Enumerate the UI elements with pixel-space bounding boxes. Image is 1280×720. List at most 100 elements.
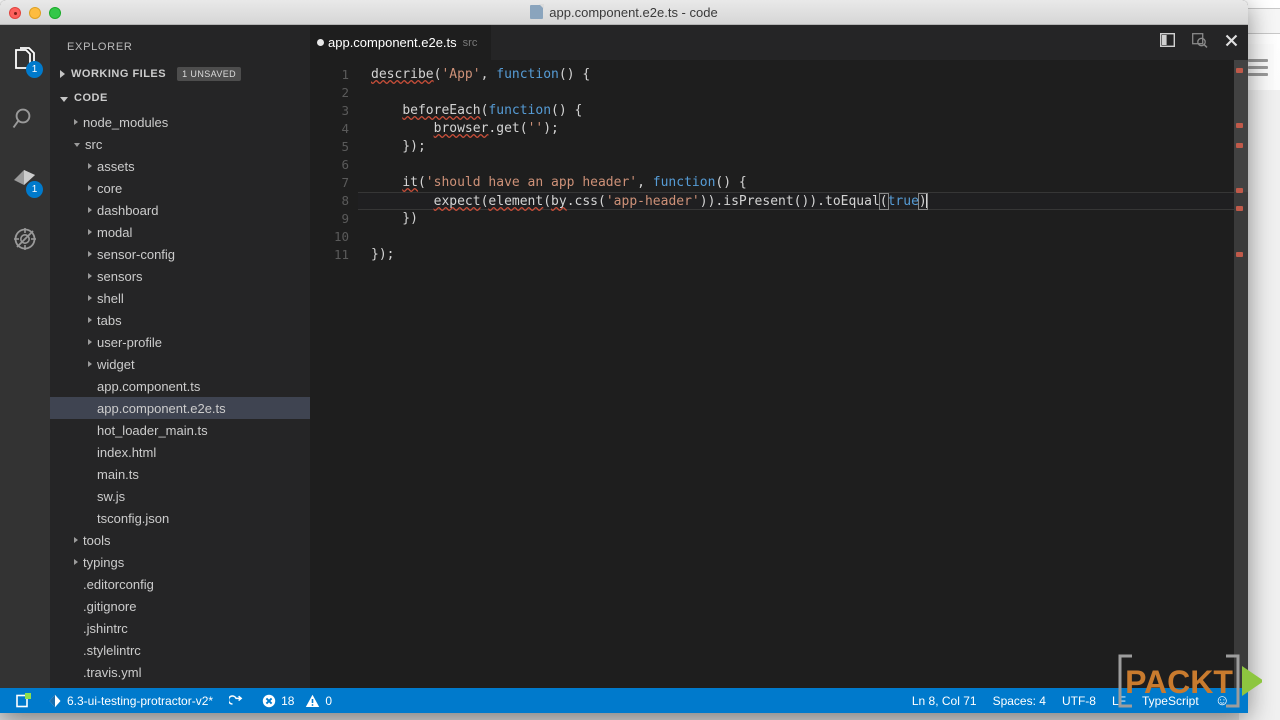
error-marker (1236, 123, 1243, 128)
chevron-right-icon (88, 163, 92, 169)
file-icon (530, 4, 545, 19)
tree-file[interactable]: .travis.yml (50, 661, 310, 683)
status-eol[interactable]: LF (1104, 688, 1134, 713)
tree-item-label: hot_loader_main.ts (97, 422, 208, 438)
tree-item-label: main.ts (97, 466, 139, 482)
tree-file[interactable]: .stylelintrc (50, 639, 310, 661)
error-marker (1236, 252, 1243, 257)
split-editor-icon[interactable] (1159, 32, 1176, 52)
chevron-right-icon (88, 295, 92, 301)
minimize-button[interactable] (29, 6, 41, 19)
chevron-down-icon (60, 96, 68, 102)
window-controls[interactable] (9, 0, 61, 25)
activity-item-source-control[interactable]: 1 (0, 157, 50, 201)
tree-folder[interactable]: user-profile (50, 331, 310, 353)
line-number: 5 (341, 139, 349, 154)
status-language-mode[interactable]: TypeScript (1134, 688, 1207, 713)
section-code-label: CODE (74, 92, 108, 104)
compare-changes-icon[interactable] (1192, 32, 1208, 53)
tree-folder[interactable]: widget (50, 353, 310, 375)
window-title: app.component.e2e.ts - code (530, 4, 718, 20)
dirty-indicator (317, 39, 324, 46)
status-branch[interactable]: 6.3-ui-testing-protractor-v2* (40, 688, 221, 713)
tree-folder[interactable]: tabs (50, 309, 310, 331)
status-bar: 6.3-ui-testing-protractor-v2* 18 0 Ln 8,… (0, 688, 1248, 713)
status-problems[interactable]: 18 0 (254, 688, 340, 713)
screen: ing app.component.e2e.ts - code (0, 0, 1280, 720)
tree-item-label: modal (97, 224, 133, 240)
status-sync[interactable] (221, 688, 254, 713)
tree-file[interactable]: app.component.ts (50, 375, 310, 397)
chevron-right-icon (88, 207, 92, 213)
close-button[interactable] (9, 6, 21, 19)
code-content[interactable]: describe('App', function() { beforeEach(… (358, 60, 1248, 713)
code-line-5: }); (371, 139, 426, 154)
tree-file[interactable]: hot_loader_main.ts (50, 419, 310, 441)
tree-file[interactable]: index.html (50, 441, 310, 463)
status-bar-right: Ln 8, Col 71 Spaces: 4 UTF-8 LF TypeScri… (904, 688, 1248, 713)
activity-item-search[interactable] (0, 97, 50, 141)
maximize-button[interactable] (49, 6, 61, 19)
tree-file[interactable]: .jshintrc (50, 617, 310, 639)
status-feedback-smiley[interactable]: ☺ (1207, 688, 1238, 713)
tree-item-label: typings (83, 554, 125, 570)
tree-item-label: .gitignore (83, 598, 137, 614)
sidebar: EXPLORER WORKING FILES 1 UNSAVED CODE no… (50, 25, 310, 713)
titlebar: app.component.e2e.ts - code (0, 0, 1248, 25)
chevron-right-icon (60, 70, 65, 78)
error-marker (1236, 143, 1243, 148)
remote-icon (16, 693, 31, 708)
code-line-1: describe('App', function() { (371, 67, 591, 82)
status-cursor-position[interactable]: Ln 8, Col 71 (904, 688, 985, 713)
error-marker (1236, 188, 1243, 193)
tree-file[interactable]: .editorconfig (50, 573, 310, 595)
tree-folder[interactable]: core (50, 177, 310, 199)
status-encoding[interactable]: UTF-8 (1054, 688, 1104, 713)
tree-file[interactable]: .gitignore (50, 595, 310, 617)
tree-file[interactable]: app.component.e2e.ts (50, 397, 310, 419)
tree-folder[interactable]: modal (50, 221, 310, 243)
chevron-right-icon (88, 185, 92, 191)
line-number: 10 (333, 229, 349, 244)
tree-file[interactable]: main.ts (50, 463, 310, 485)
tree-folder[interactable]: src (50, 133, 310, 155)
tree-item-label: node_modules (83, 114, 169, 130)
tree-folder[interactable]: tools (50, 529, 310, 551)
tree-item-label: .jshintrc (83, 620, 128, 636)
tree-folder[interactable]: typings (50, 551, 310, 573)
editor-tab[interactable]: app.component.e2e.ts src (310, 25, 492, 60)
tree-folder[interactable]: assets (50, 155, 310, 177)
error-marker (1236, 206, 1243, 211)
tree-folder[interactable]: sensors (50, 265, 310, 287)
activity-item-explorer[interactable]: 1 (0, 37, 50, 81)
tab-bar: app.component.e2e.ts src (310, 25, 1248, 60)
tree-folder[interactable]: sensor-config (50, 243, 310, 265)
line-number: 7 (341, 175, 349, 190)
error-icon (262, 694, 276, 707)
close-icon[interactable] (1225, 34, 1238, 52)
chevron-right-icon (88, 339, 92, 345)
error-marker (1236, 68, 1243, 73)
tree-folder[interactable]: node_modules (50, 111, 310, 133)
tree-file[interactable]: sw.js (50, 485, 310, 507)
tree-item-label: tabs (97, 312, 122, 328)
code-line-4: browser.get(''); (433, 121, 559, 136)
tree-item-label: tsconfig.json (97, 510, 170, 526)
tree-item-label: tools (83, 532, 111, 548)
overview-ruler[interactable] (1234, 60, 1248, 713)
activity-item-debug[interactable] (0, 217, 50, 261)
tree-folder[interactable]: dashboard (50, 199, 310, 221)
section-code[interactable]: CODE (50, 87, 310, 109)
line-number: 2 (341, 85, 349, 100)
status-indentation[interactable]: Spaces: 4 (985, 688, 1054, 713)
status-remote-indicator[interactable] (8, 688, 40, 713)
workbench: 1 1 EXPLORER WORKING FILES 1 UNSAVED COD… (0, 25, 1248, 713)
tree-folder[interactable]: shell (50, 287, 310, 309)
chevron-right-icon (88, 251, 92, 257)
section-working-files[interactable]: WORKING FILES 1 UNSAVED (50, 63, 310, 85)
code-editor[interactable]: 1 2 3 4 5 6 7 8 9 10 11 describe('App', function()… (310, 60, 1248, 713)
chevron-down-icon (74, 143, 80, 147)
tree-file[interactable]: tsconfig.json (50, 507, 310, 529)
chevron-right-icon (88, 317, 92, 323)
